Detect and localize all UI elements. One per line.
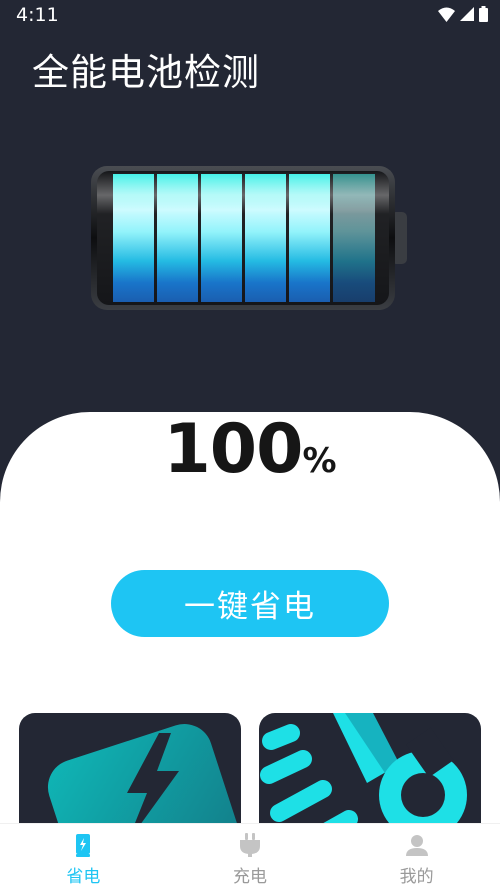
nav-label-save: 省电	[66, 867, 101, 887]
nav-item-charge[interactable]: 充电	[167, 824, 334, 890]
status-time: 4:11	[16, 4, 59, 26]
app-title: 全能电池检测	[32, 51, 260, 94]
battery-graphic	[91, 166, 407, 310]
battery-status-icon	[479, 6, 488, 22]
signal-icon	[460, 7, 474, 21]
plug-icon	[240, 833, 260, 857]
one-tap-save-button[interactable]: 一键省电	[111, 570, 389, 637]
nav-item-mine[interactable]: 我的	[333, 824, 500, 890]
nav-label-mine: 我的	[399, 867, 434, 887]
battery-save-icon	[76, 834, 91, 857]
status-icons	[438, 6, 488, 22]
bottom-navigation: 省电 充电 我的	[0, 823, 500, 890]
nav-item-save[interactable]: 省电	[0, 824, 167, 890]
battery-percentage: 100%	[0, 410, 500, 489]
user-icon	[405, 835, 428, 856]
nav-label-charge: 充电	[233, 867, 267, 887]
percent-unit: %	[302, 441, 337, 481]
status-bar: 4:11	[0, 0, 500, 30]
wifi-icon	[438, 7, 455, 22]
percent-value: 100	[163, 410, 303, 489]
